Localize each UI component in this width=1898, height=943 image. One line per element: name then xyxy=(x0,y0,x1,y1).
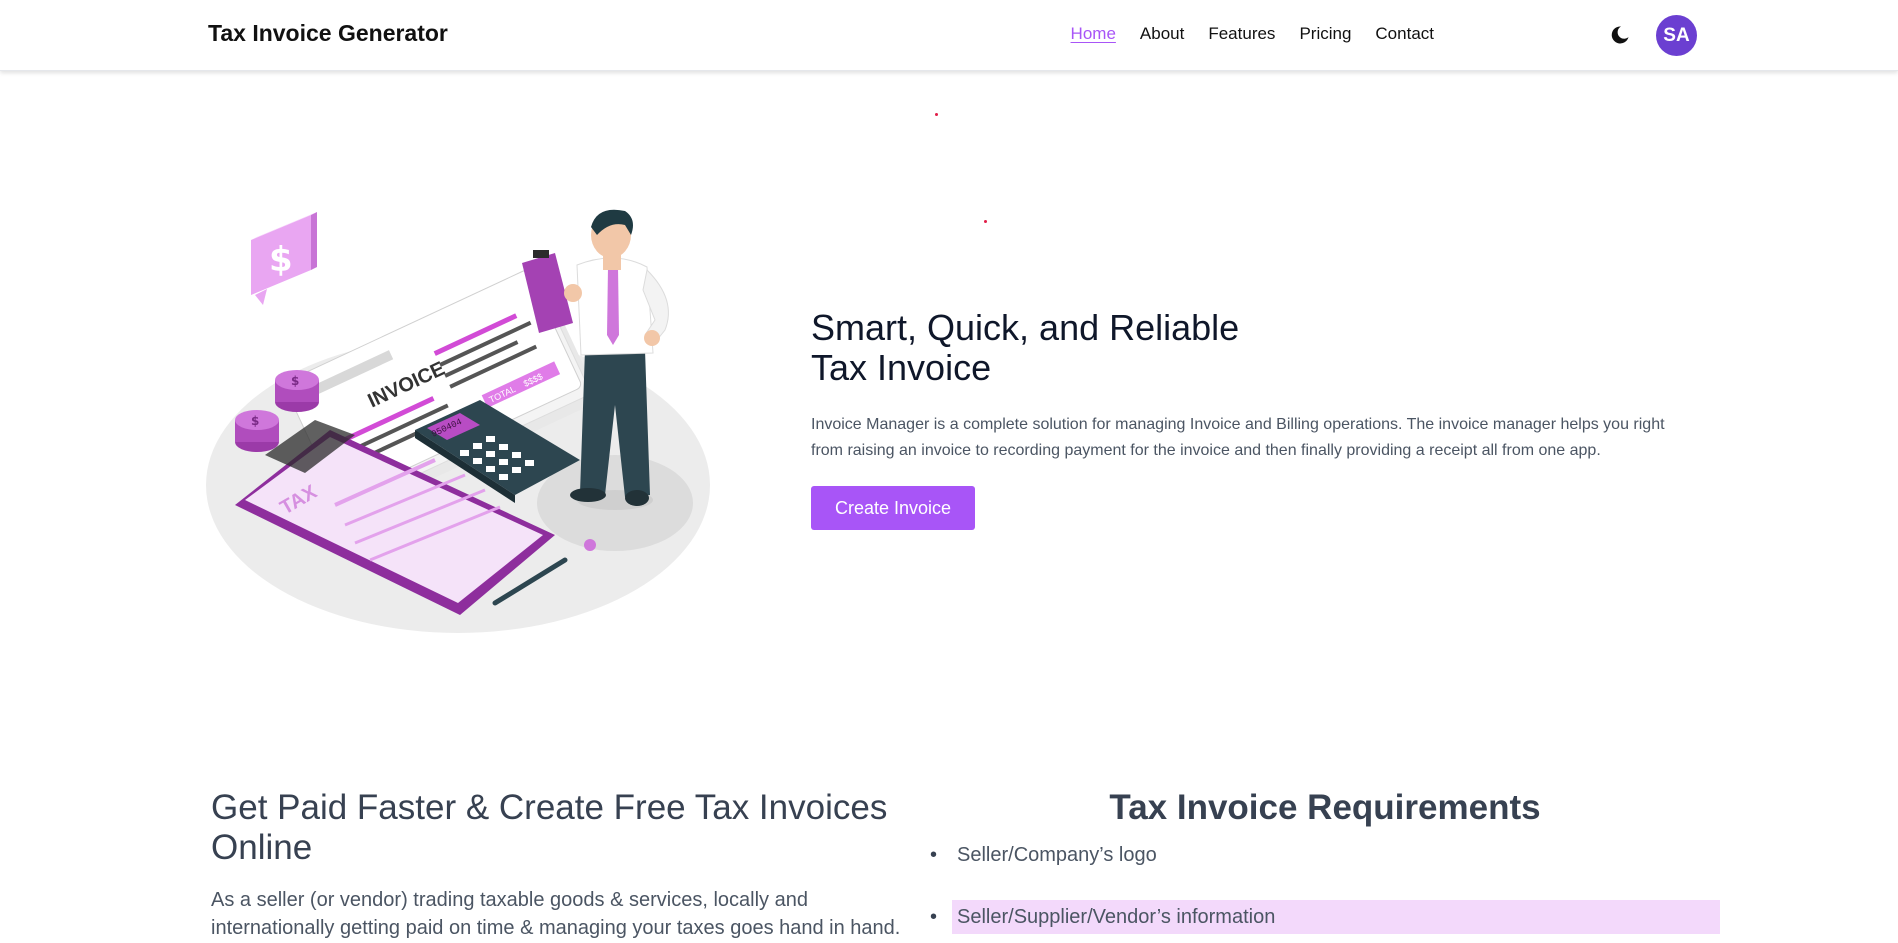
invoice-illustration: $ INVOICE TOTAL $$$$ $ $ TAX 950404 xyxy=(205,205,715,635)
create-invoice-button[interactable]: Create Invoice xyxy=(811,486,976,530)
top-navbar: Tax Invoice Generator Home About Feature… xyxy=(0,0,1898,71)
list-item: Seller/Supplier/Vendor’s information xyxy=(930,900,1720,934)
nav-home-link[interactable]: Home xyxy=(1071,24,1116,44)
list-item: Seller/Company’s logo xyxy=(930,838,1720,872)
requirements-title: Tax Invoice Requirements xyxy=(1109,788,1541,827)
requirement-text: Seller/Supplier/Vendor’s information xyxy=(952,900,1720,934)
nav-about-link[interactable]: About xyxy=(1140,24,1184,44)
hero-title: Smart, Quick, and Reliable Tax Invoice xyxy=(811,308,1671,388)
hero-description: Invoice Manager is a complete solution f… xyxy=(811,416,1665,459)
get-paid-description: As a seller (or vendor) trading taxable … xyxy=(211,889,901,939)
requirements-section: Tax Invoice Requirements Seller/Company’… xyxy=(930,788,1720,934)
hero-section: Smart, Quick, and Reliable Tax Invoice I… xyxy=(811,308,1671,530)
brand-title[interactable]: Tax Invoice Generator xyxy=(208,20,448,47)
decorative-dot xyxy=(984,220,987,223)
decorative-dot xyxy=(935,113,938,116)
dollar-bubble-icon: $ xyxy=(251,212,317,305)
nav-features-link[interactable]: Features xyxy=(1208,24,1275,44)
user-avatar[interactable]: SA xyxy=(1656,15,1697,56)
svg-text:$: $ xyxy=(269,240,293,280)
requirements-list: Seller/Company’s logo Seller/Supplier/Ve… xyxy=(930,838,1720,934)
svg-text:$: $ xyxy=(291,374,299,388)
svg-text:$: $ xyxy=(251,414,259,428)
get-paid-title: Get Paid Faster & Create Free Tax Invoic… xyxy=(211,788,888,867)
get-paid-section: Get Paid Faster & Create Free Tax Invoic… xyxy=(211,788,911,942)
hero-title-line2: Tax Invoice xyxy=(811,347,992,388)
main-nav: Home About Features Pricing Contact xyxy=(1071,24,1434,44)
hero-title-line1: Smart, Quick, and Reliable xyxy=(811,307,1240,348)
requirement-text: Seller/Company’s logo xyxy=(957,844,1157,866)
moon-icon[interactable] xyxy=(1610,25,1630,45)
nav-pricing-link[interactable]: Pricing xyxy=(1299,24,1351,44)
nav-contact-link[interactable]: Contact xyxy=(1375,24,1434,44)
